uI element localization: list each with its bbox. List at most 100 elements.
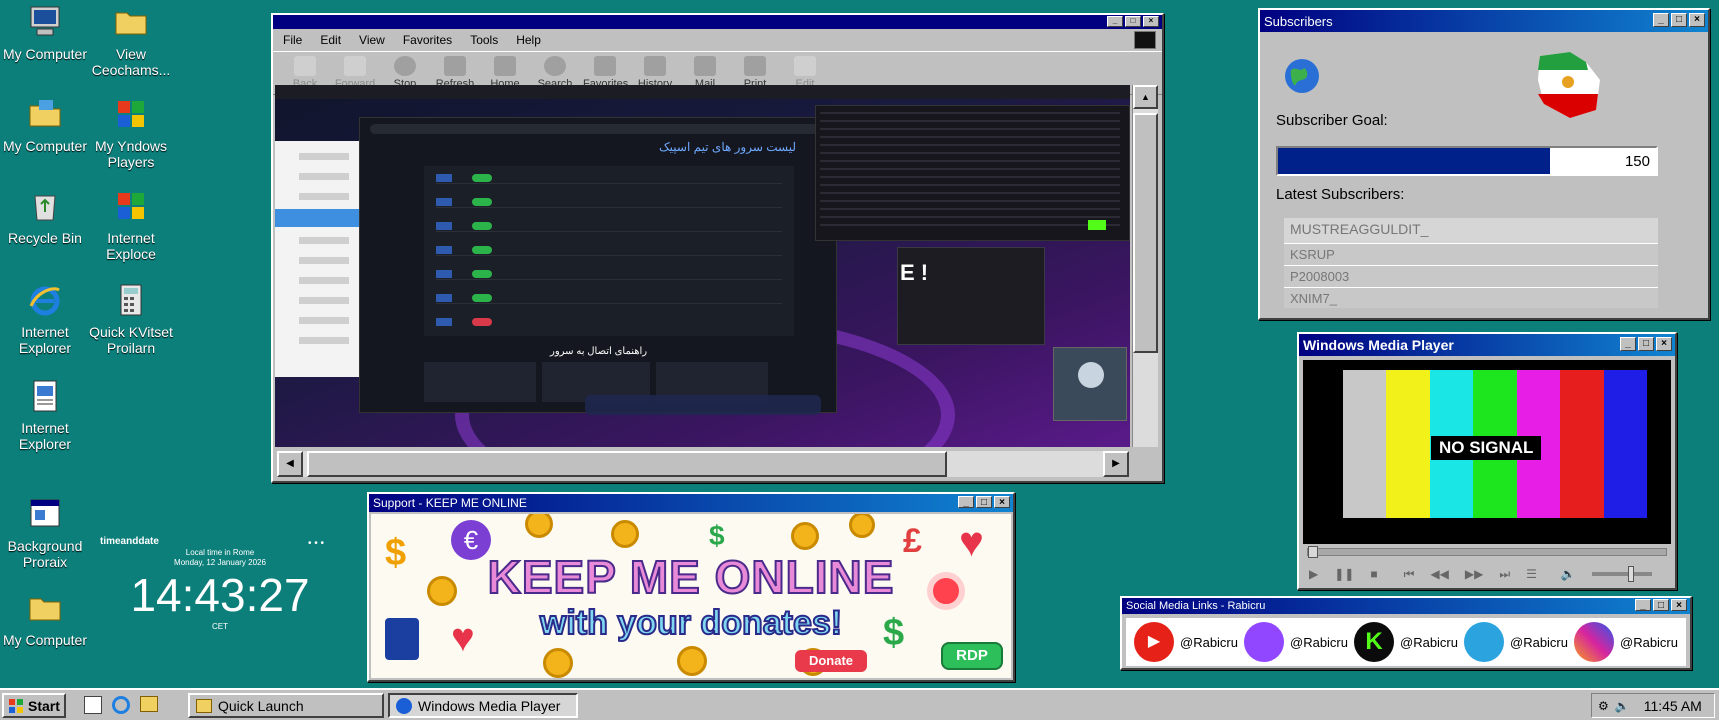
search-icon [544, 56, 566, 76]
close-button[interactable]: × [1671, 599, 1687, 611]
goal-value: 150 [1624, 153, 1650, 170]
desktop-icon-recycle-bin[interactable]: Recycle Bin [0, 188, 90, 246]
network-icon[interactable]: ⚙ [1598, 699, 1609, 713]
social-link-telegram[interactable]: @Rabicru [1464, 622, 1568, 662]
windows-logo-icon [118, 193, 144, 219]
seek-thumb[interactable] [1308, 546, 1318, 558]
chat-send-button [1088, 220, 1106, 230]
maximize-button[interactable]: □ [1653, 599, 1669, 611]
minimize-button[interactable]: _ [1107, 16, 1123, 27]
print-icon [744, 56, 766, 76]
goal-label: Subscriber Goal: [1276, 112, 1388, 129]
maximize-button[interactable]: □ [1638, 337, 1654, 351]
menu-help[interactable]: Help [516, 33, 541, 47]
donation-banner: $ € $ £ ♥ KEEP ME ONLINE with your donat… [371, 514, 1011, 678]
internet-explorer-icon[interactable] [112, 696, 130, 714]
fast-forward-icon[interactable]: ▶▶ [1465, 567, 1483, 581]
contacts-panel [275, 141, 361, 377]
desktop-icon-internet-explorer[interactable]: Internet Explorer [0, 282, 90, 356]
desktop-icon-view-ceochams[interactable]: View Ceochams... [86, 4, 176, 78]
scroll-thumb-horizontal[interactable] [307, 451, 947, 477]
flag-map-icon [1538, 52, 1600, 118]
taskbar-clock: 11:45 AM [1643, 697, 1702, 714]
media-player-title: Windows Media Player [1303, 337, 1454, 353]
minimize-button[interactable]: _ [1653, 13, 1669, 27]
desktop-icon-label: View Ceochams... [91, 46, 171, 78]
start-label: Start [28, 697, 60, 714]
previous-icon[interactable]: ⏮ [1404, 567, 1415, 582]
play-icon[interactable]: ▶ [1309, 567, 1318, 581]
folder-icon[interactable] [140, 696, 158, 712]
color-bar [1343, 370, 1387, 518]
taskbar-button-quick-launch[interactable]: Quick Launch [188, 693, 384, 718]
close-button[interactable]: × [1656, 337, 1672, 351]
instagram-icon [1574, 622, 1614, 662]
desktop-icon-internet-exploce[interactable]: Internet Exploce [86, 188, 176, 262]
youtube-handle: @Rabicru [1180, 634, 1238, 650]
social-link-youtube[interactable]: ▶ @Rabicru [1134, 622, 1238, 662]
close-button[interactable]: × [1689, 13, 1705, 27]
color-bar [1560, 370, 1604, 518]
maximize-button[interactable]: □ [1671, 13, 1687, 27]
social-link-instagram[interactable]: @Rabicru [1574, 622, 1678, 662]
menu-file[interactable]: File [283, 33, 302, 47]
coin-icon [543, 648, 573, 678]
desktop-icon-my-computer[interactable]: My Computer [0, 4, 90, 62]
desktop-icon-label: Internet Explorer [18, 420, 72, 452]
taskbar-button-media-player[interactable]: Windows Media Player [388, 693, 578, 718]
desktop-icon-background-proraix[interactable]: Background Proraix [0, 496, 90, 570]
desktop-icon-my-computer-2[interactable]: My Computer [0, 96, 90, 154]
scroll-up-button[interactable]: ▲ [1133, 85, 1158, 109]
stream-topbar [275, 85, 1130, 99]
rewind-icon[interactable]: ◀◀ [1430, 567, 1448, 581]
clock-date: Monday, 12 January 2026 [174, 558, 266, 567]
next-icon[interactable]: ⏭ [1499, 567, 1510, 582]
menu-favorites[interactable]: Favorites [403, 33, 452, 47]
seek-bar[interactable] [1307, 546, 1667, 558]
stop-icon[interactable]: ■ [1370, 567, 1377, 581]
windows-flag-icon [1134, 31, 1156, 49]
internet-explorer-icon [29, 286, 60, 316]
subscriber-name: KSRUP [1290, 247, 1335, 262]
windows-logo-icon [118, 101, 144, 127]
maximize-button[interactable]: □ [1125, 16, 1141, 27]
no-signal-label: NO SIGNAL [1431, 436, 1542, 460]
menu-view[interactable]: View [359, 33, 385, 47]
desktop-icon-my-yndows-players[interactable]: My Yndows Players [86, 96, 176, 170]
scroll-thumb-vertical[interactable] [1133, 113, 1158, 353]
volume-slider[interactable] [1591, 566, 1652, 582]
social-link-twitch[interactable]: @Rabicru [1244, 622, 1348, 662]
minimize-button[interactable]: _ [1635, 599, 1651, 611]
social-link-kick[interactable]: K @Rabicru [1354, 622, 1458, 662]
window-app-icon [30, 499, 60, 527]
scroll-left-button[interactable]: ◀ [277, 451, 303, 477]
back-arrow-icon [294, 56, 316, 76]
support-title: Support - KEEP ME ONLINE [373, 496, 527, 510]
desktop-icon-quick-kvitset[interactable]: Quick KVitset Proilarn [86, 282, 176, 356]
recycle-bin-icon [34, 195, 56, 221]
scroll-right-button[interactable]: ▶ [1103, 451, 1129, 477]
vertical-scrollbar[interactable]: ▲ [1132, 85, 1158, 447]
taskbar: Start Quick Launch Windows Media Player … [0, 688, 1719, 720]
horizontal-scrollbar[interactable]: ◀ ▶ [277, 451, 1129, 477]
close-button[interactable]: × [994, 496, 1010, 508]
rdp-button[interactable]: RDP [941, 642, 1003, 670]
desktop-icon-internet-explorer-2[interactable]: Internet Explorer [0, 378, 90, 452]
desktop-icon-my-computer-3[interactable]: My Computer [0, 590, 90, 648]
donate-button[interactable]: Donate [795, 650, 867, 672]
server-row [436, 198, 782, 208]
minimize-button[interactable]: _ [1620, 337, 1636, 351]
minimize-button[interactable]: _ [958, 496, 974, 508]
volume-icon[interactable]: 🔈 [1615, 699, 1630, 713]
menu-tools[interactable]: Tools [470, 33, 498, 47]
maximize-button[interactable]: □ [976, 496, 992, 508]
stream-viewport: لیست سرور های تیم اسپیک راهنمای اتصال به… [275, 85, 1130, 447]
pause-icon[interactable]: ❚❚ [1334, 567, 1354, 581]
close-button[interactable]: × [1143, 16, 1159, 27]
start-button[interactable]: Start [2, 693, 66, 718]
volume-icon[interactable]: 🔈 [1561, 567, 1576, 581]
notepad-icon[interactable] [84, 696, 102, 714]
playlist-icon[interactable]: ☰ [1526, 567, 1537, 581]
menu-edit[interactable]: Edit [320, 33, 341, 47]
youtube-icon: ▶ [1134, 622, 1174, 662]
